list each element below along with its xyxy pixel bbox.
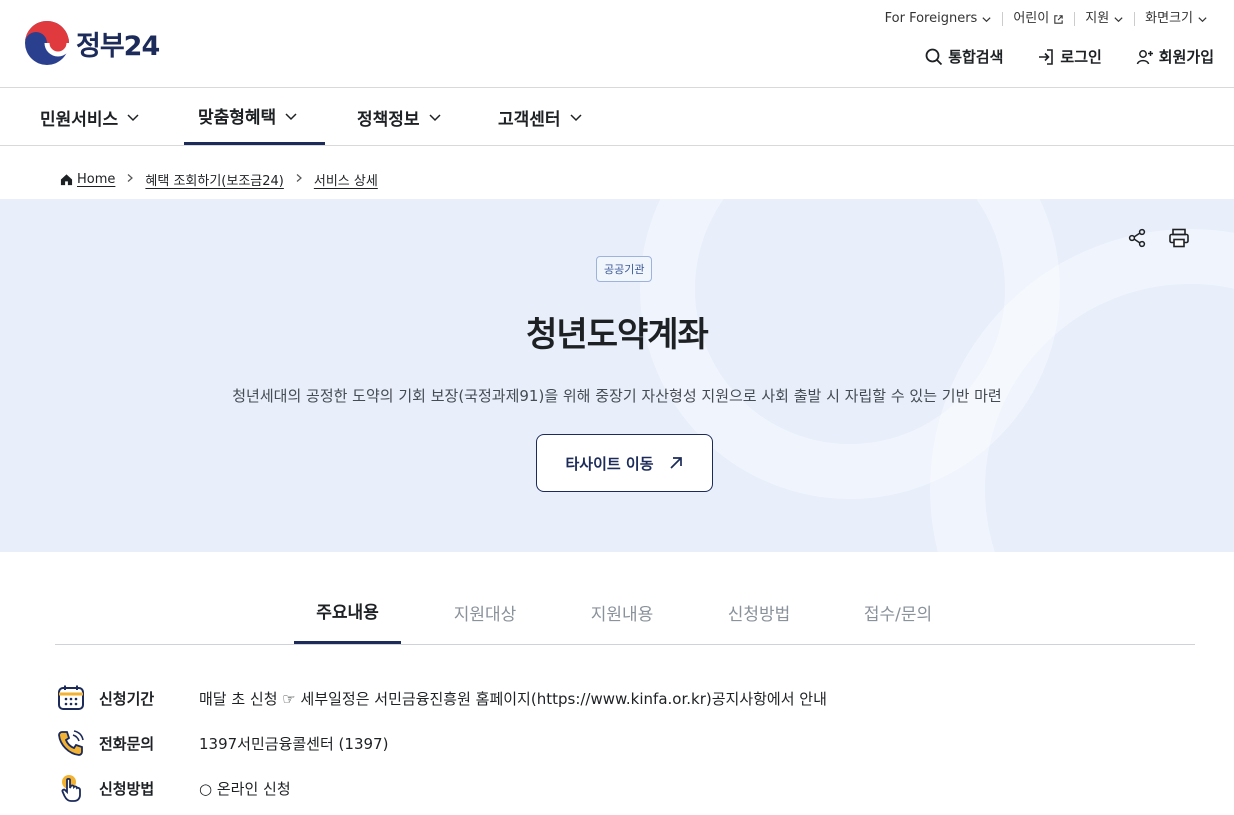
chevron-down-icon (285, 112, 297, 120)
util-label: 지원 (1085, 11, 1110, 26)
util-label: 어린이 (1013, 11, 1050, 26)
info-row-period: 신청기간 매달 초 신청 ☞ 세부일정은 서민금융진흥원 홈페이지(https:… (55, 682, 827, 714)
info-row-phone: 전화문의 1397서민금융콜센터 (1397) (55, 727, 388, 759)
breadcrumb-home[interactable]: Home (60, 172, 115, 187)
chevron-right-icon (294, 172, 304, 187)
kids-link[interactable]: 어린이 (1002, 12, 1074, 26)
chevron-down-icon (1114, 16, 1123, 22)
breadcrumb-home-label: Home (77, 172, 116, 187)
gnb-policy-info[interactable]: 정책정보 (357, 89, 467, 145)
calendar-icon (55, 682, 87, 714)
chevron-down-icon (1198, 16, 1207, 22)
taegeuk-logo-icon (25, 21, 70, 65)
breadcrumb: Home 혜택 조회하기(보조금24) 서비스 상세 (60, 170, 378, 189)
util-label: 화면크기 (1145, 11, 1193, 26)
tab-support-content[interactable]: 지원내용 (572, 580, 672, 644)
info-value: 매달 초 신청 ☞ 세부일정은 서민금융진흥원 홈페이지(https://www… (199, 690, 827, 708)
login-button[interactable]: 로그인 (1037, 46, 1102, 67)
hero-tools (1126, 227, 1190, 249)
support-menu[interactable]: 지원 (1074, 12, 1134, 26)
content-tabs: 주요내용 지원대상 지원내용 신청방법 접수/문의 (55, 580, 1195, 645)
gnb-label: 고객센터 (498, 109, 561, 130)
gov24-logo[interactable]: 정부24 (24, 20, 160, 66)
gnb-label: 맞춤형혜택 (198, 108, 277, 128)
for-foreigners-menu[interactable]: For Foreigners (875, 12, 1003, 26)
external-link-icon (1054, 14, 1063, 24)
logo-text: 정부24 (76, 30, 160, 62)
gnb-customer-center[interactable]: 고객센터 (498, 89, 608, 145)
arrow-up-right-icon (669, 457, 682, 469)
font-size-menu[interactable]: 화면크기 (1134, 12, 1218, 26)
print-icon[interactable] (1168, 227, 1190, 249)
gnb-custom-benefit[interactable]: 맞춤형혜택 (184, 89, 325, 145)
utility-menu: For Foreigners 어린이 지원 화면크기 (875, 12, 1218, 26)
site-header: 정부24 For Foreigners 어린이 지원 화면크기 통합검색 로그인 (0, 0, 1234, 88)
info-row-method: 신청방법 ○ 온라인 신청 (55, 772, 291, 804)
util-label: For Foreigners (884, 11, 978, 26)
tab-main-content[interactable]: 주요내용 (294, 580, 401, 644)
login-label: 로그인 (1060, 48, 1102, 66)
gnb-label: 정책정보 (357, 109, 420, 130)
add-user-icon (1136, 49, 1153, 64)
breadcrumb-level2[interactable]: 서비스 상세 (314, 170, 378, 189)
chevron-right-icon (125, 172, 135, 187)
search-button[interactable]: 통합검색 (925, 46, 1003, 67)
external-site-label: 타사이트 이동 (565, 454, 654, 473)
service-hero: 공공기관 청년도약계좌 청년세대의 공정한 도약의 기회 보장(국정과제91)을… (0, 199, 1234, 552)
breadcrumb-level1[interactable]: 혜택 조회하기(보조금24) (145, 170, 283, 189)
external-site-button[interactable]: 타사이트 이동 (536, 434, 713, 492)
signup-label: 회원가입 (1158, 48, 1214, 66)
gnb-label: 민원서비스 (40, 109, 119, 130)
header-actions: 통합검색 로그인 회원가입 (925, 46, 1214, 67)
chevron-down-icon (429, 114, 441, 122)
tab-inquiry[interactable]: 접수/문의 (848, 580, 948, 644)
info-label: 신청기간 (99, 690, 155, 708)
login-icon (1039, 48, 1054, 65)
info-label: 신청방법 (99, 780, 155, 798)
service-description: 청년세대의 공정한 도약의 기회 보장(국정과제91)을 위해 중장기 자산형성… (232, 387, 1002, 405)
search-label: 통합검색 (948, 48, 1004, 66)
phone-icon (55, 727, 87, 759)
tab-target[interactable]: 지원대상 (435, 580, 535, 644)
category-badge: 공공기관 (596, 256, 653, 282)
chevron-down-icon (982, 16, 991, 22)
info-label: 전화문의 (99, 735, 155, 753)
signup-button[interactable]: 회원가입 (1136, 46, 1214, 67)
info-value: ○ 온라인 신청 (199, 780, 291, 798)
gnb-civil-service[interactable]: 민원서비스 (40, 89, 150, 145)
info-value: 1397서민금융콜센터 (1397) (199, 735, 389, 753)
share-icon[interactable] (1126, 227, 1148, 249)
page-title: 청년도약계좌 (526, 315, 709, 355)
main-navigation: 민원서비스 맞춤형혜택 정책정보 고객센터 (0, 89, 1234, 146)
click-hand-icon (55, 772, 87, 804)
tab-apply-method[interactable]: 신청방법 (709, 580, 809, 644)
search-icon (925, 48, 943, 65)
chevron-down-icon (570, 114, 582, 122)
chevron-down-icon (127, 114, 139, 122)
home-icon (60, 174, 73, 186)
